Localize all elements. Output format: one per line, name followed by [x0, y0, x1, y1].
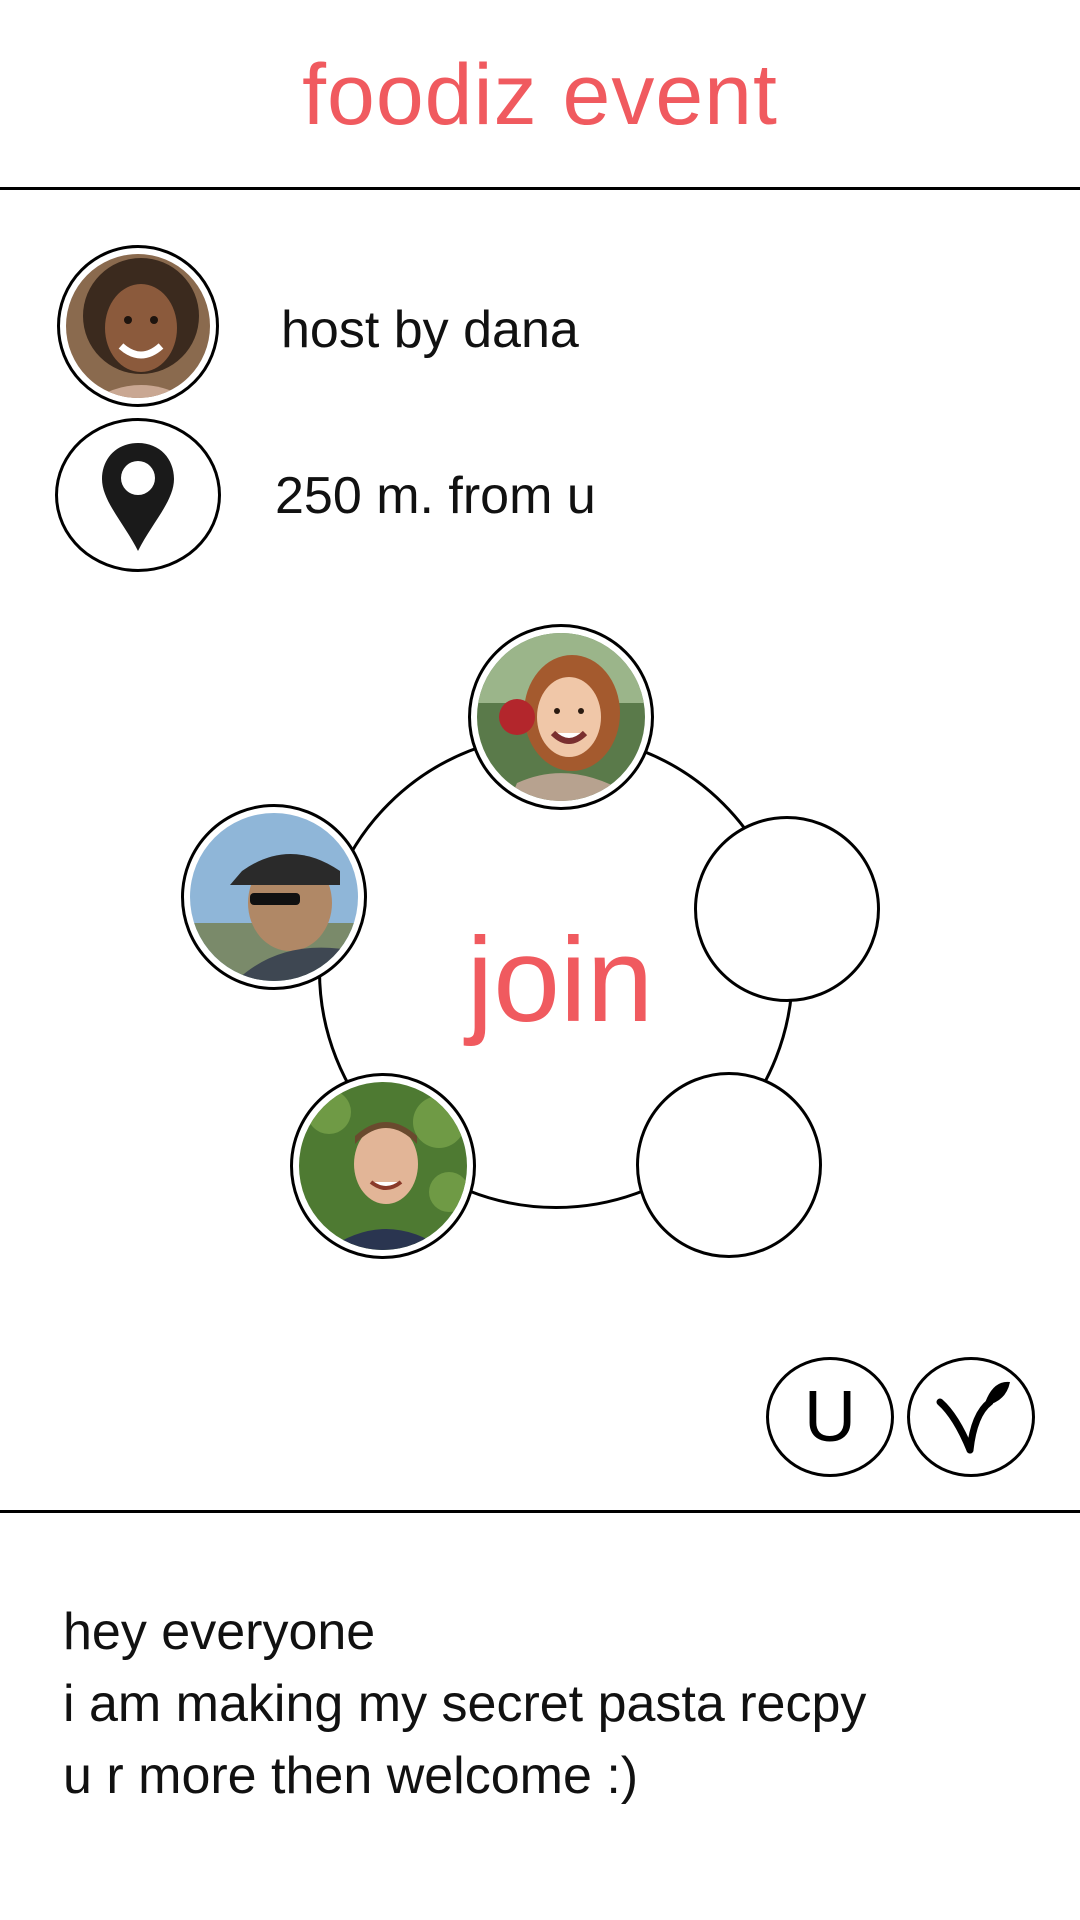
- u-badge-icon: U: [804, 1377, 856, 1457]
- map-pin-icon: [102, 443, 174, 551]
- message-line-3: u r more then welcome :): [63, 1747, 639, 1805]
- host-avatar[interactable]: [57, 245, 219, 407]
- distance-label: 250 m. from u: [275, 467, 596, 525]
- host-avatar-photo: [66, 254, 210, 398]
- participant-photo-woman-apple: [477, 633, 645, 801]
- app-title: foodiz event: [302, 47, 778, 143]
- u-badge[interactable]: U: [766, 1357, 894, 1477]
- participant-photo-man-smiling: [299, 1082, 467, 1250]
- participant-slot-1[interactable]: [468, 624, 654, 810]
- message-line-1: hey everyone: [63, 1603, 376, 1661]
- participant-slot-2[interactable]: [181, 804, 367, 990]
- join-button[interactable]: join: [440, 910, 680, 1050]
- header-divider: [0, 187, 1080, 190]
- participant-slot-empty-2[interactable]: [636, 1072, 822, 1258]
- event-message: hey everyone i am making my secret pasta…: [63, 1596, 1023, 1812]
- vegetarian-leaf-icon: [936, 1381, 1010, 1454]
- participant-slot-3[interactable]: [290, 1073, 476, 1259]
- location-circle[interactable]: [55, 418, 221, 572]
- vegetarian-badge[interactable]: [907, 1357, 1035, 1477]
- participant-slot-empty-1[interactable]: [694, 816, 880, 1002]
- participant-photo-man-cap: [190, 813, 358, 981]
- message-line-2: i am making my secret pasta recpy: [63, 1675, 867, 1733]
- host-label: host by dana: [281, 301, 579, 359]
- footer-divider: [0, 1510, 1080, 1513]
